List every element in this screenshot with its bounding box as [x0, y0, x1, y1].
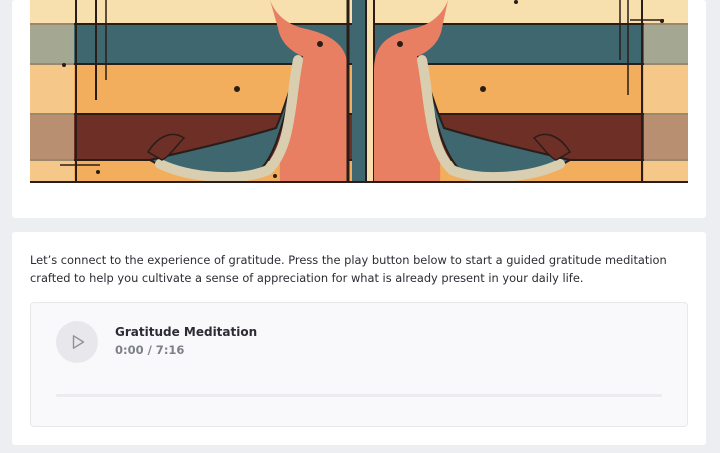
track-title: Gratitude Meditation — [115, 325, 258, 339]
progress-bar[interactable] — [56, 394, 662, 397]
meditation-card: Let’s connect to the experience of grati… — [12, 232, 706, 445]
illustration-card — [12, 0, 706, 218]
play-button[interactable] — [56, 321, 98, 363]
track-time: 0:00 / 7:16 — [115, 343, 185, 357]
meditation-illustration — [30, 0, 688, 183]
intro-paragraph: Let’s connect to the experience of grati… — [30, 253, 667, 285]
play-icon — [72, 335, 85, 349]
audio-player: Gratitude Meditation 0:00 / 7:16 — [30, 302, 688, 427]
